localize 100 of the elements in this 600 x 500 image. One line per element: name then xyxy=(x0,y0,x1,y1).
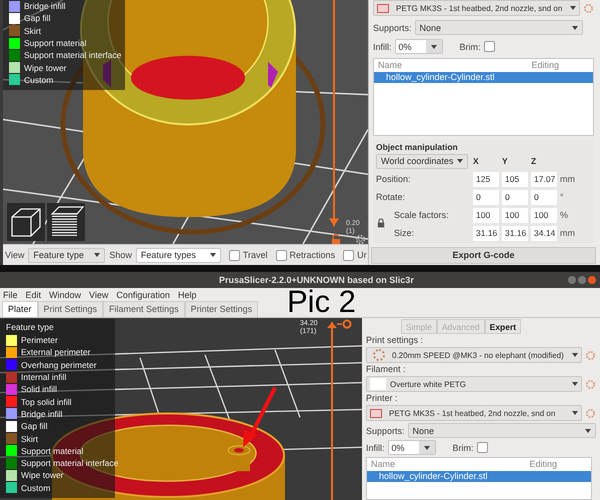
field-label: Scale factors: xyxy=(393,210,450,220)
number-field[interactable]: 34.14 xyxy=(531,226,557,241)
layers-view-icon[interactable] xyxy=(47,203,85,241)
legend-label: External perimeter xyxy=(21,347,90,358)
caret-icon xyxy=(572,411,578,415)
minimize-button[interactable] xyxy=(568,276,576,284)
legend-title: Feature type xyxy=(6,321,55,334)
number-field[interactable]: 100 xyxy=(531,208,557,223)
infill-label: Infill: xyxy=(373,42,392,52)
preset-dropdown[interactable]: PETG MK3S - 1st heatbed, 2nd nozzle, snd on xyxy=(366,405,582,421)
menu-item[interactable]: Configuration xyxy=(116,290,170,300)
maximize-button[interactable] xyxy=(578,276,586,284)
legend-label: Custom xyxy=(21,482,50,493)
number-field[interactable]: 100 xyxy=(473,208,499,223)
printer-dropdown[interactable]: PETG MK3S - 1st heatbed, 2nd nozzle, snd on xyxy=(373,0,580,16)
close-button[interactable] xyxy=(588,276,596,284)
section-title: Object manipulation xyxy=(376,142,459,152)
column-header: Editing xyxy=(531,60,559,71)
field-label: Size: xyxy=(393,228,416,238)
infill-dropdown[interactable]: 0% xyxy=(388,440,436,455)
number-field[interactable]: 105 xyxy=(502,172,528,187)
preset-dropdown[interactable]: 0.20mm SPEED @MK3 - no elephant (modified) xyxy=(366,347,582,363)
tab[interactable]: Print Settings xyxy=(38,301,104,317)
number-field[interactable]: 0 xyxy=(473,190,499,205)
number-field[interactable]: 100 xyxy=(502,208,528,223)
preset-dropdown[interactable]: Overture white PETG xyxy=(366,376,582,392)
export-gcode-button[interactable]: Export G-code xyxy=(371,246,596,264)
caret-icon xyxy=(424,446,430,450)
cube-view-icon[interactable] xyxy=(7,203,45,241)
number-field[interactable]: 0 xyxy=(502,190,528,205)
menu-item[interactable]: Help xyxy=(178,290,196,300)
object-row[interactable]: hollow_cylinder-Cylinder.stl xyxy=(374,72,593,83)
caret-icon xyxy=(570,6,576,10)
tab[interactable]: Plater xyxy=(2,301,38,317)
show-label: Show xyxy=(109,250,132,260)
axis-label: Y xyxy=(502,156,509,166)
legend-label: Support material xyxy=(24,38,86,48)
settings-icon[interactable] xyxy=(355,234,366,244)
arrow-annotation xyxy=(243,386,277,448)
caret-icon xyxy=(572,26,578,30)
unit-label: mm xyxy=(560,228,576,238)
legend-label: Skirt xyxy=(24,26,41,36)
unit-label: mm xyxy=(560,174,576,184)
brim-checkbox[interactable] xyxy=(476,442,488,453)
tab[interactable]: Filament Settings xyxy=(103,301,185,317)
caret-icon xyxy=(457,159,464,164)
coordinates-dropdown[interactable]: World coordinates xyxy=(376,154,468,169)
gear-icon[interactable] xyxy=(583,2,594,14)
mode-button[interactable]: Expert xyxy=(484,319,522,334)
gear-icon[interactable] xyxy=(585,350,596,360)
caret-icon xyxy=(585,428,591,432)
brim-label: Brim: xyxy=(460,42,481,52)
column-header: Name xyxy=(378,60,402,71)
legend-label: Perimeter xyxy=(21,335,58,346)
menu-item[interactable]: Window xyxy=(49,290,82,300)
small-tower-drawing xyxy=(228,445,250,472)
legend-label: Bridge infill xyxy=(21,408,63,419)
menu-item[interactable]: View xyxy=(89,290,108,300)
legend-label: Bridge infill xyxy=(24,1,66,12)
legend-label: Support material xyxy=(21,446,84,456)
checkbox[interactable] xyxy=(276,250,287,260)
checkbox-label: Ur xyxy=(357,250,367,260)
lock-icon[interactable] xyxy=(331,234,341,244)
lock-icon[interactable] xyxy=(377,218,385,228)
unit-label: % xyxy=(560,210,570,220)
show-dropdown[interactable]: Feature types xyxy=(136,248,221,262)
checkbox[interactable] xyxy=(343,250,354,260)
infill-label: Infill: xyxy=(366,442,385,452)
tab[interactable]: Printer Settings xyxy=(184,301,258,317)
number-field[interactable]: 31.16 xyxy=(502,226,528,241)
legend-label: Internal infill xyxy=(21,372,66,382)
preset-label: Print settings : xyxy=(366,336,424,345)
legend-label: Skirt xyxy=(21,434,38,444)
gear-icon[interactable] xyxy=(585,408,596,418)
caret-icon xyxy=(210,253,216,257)
supports-label: Supports: xyxy=(373,22,412,32)
number-field[interactable]: 0 xyxy=(531,190,557,205)
caret-icon xyxy=(572,353,578,357)
legend-label: Wipe tower xyxy=(24,62,67,73)
legend-label: Custom xyxy=(24,74,54,85)
number-field[interactable]: 125 xyxy=(473,172,499,187)
menu-item[interactable]: File xyxy=(3,290,18,300)
supports-label: Supports: xyxy=(366,426,405,436)
checkbox-label: Travel xyxy=(242,250,268,260)
number-field[interactable]: 31.16 xyxy=(473,226,499,241)
object-row[interactable]: hollow_cylinder-Cylinder.stl xyxy=(367,471,591,482)
number-field[interactable]: 17.07 xyxy=(531,172,557,187)
supports-dropdown[interactable]: None xyxy=(408,423,596,438)
preset-label: Filament : xyxy=(366,365,407,374)
view-label: View xyxy=(5,250,24,260)
legend-label: Solid infill xyxy=(21,384,57,394)
view-dropdown[interactable]: Feature type xyxy=(28,248,106,262)
checkbox[interactable] xyxy=(228,250,240,260)
gear-icon[interactable] xyxy=(585,378,596,390)
menu-item[interactable]: Edit xyxy=(26,290,42,300)
brim-checkbox[interactable] xyxy=(484,41,495,52)
legend-label: Overhang perimeter xyxy=(21,360,97,370)
supports-dropdown[interactable]: None xyxy=(414,20,583,35)
infill-dropdown[interactable]: 0% xyxy=(394,39,443,54)
filament-swatch-icon xyxy=(370,378,386,390)
